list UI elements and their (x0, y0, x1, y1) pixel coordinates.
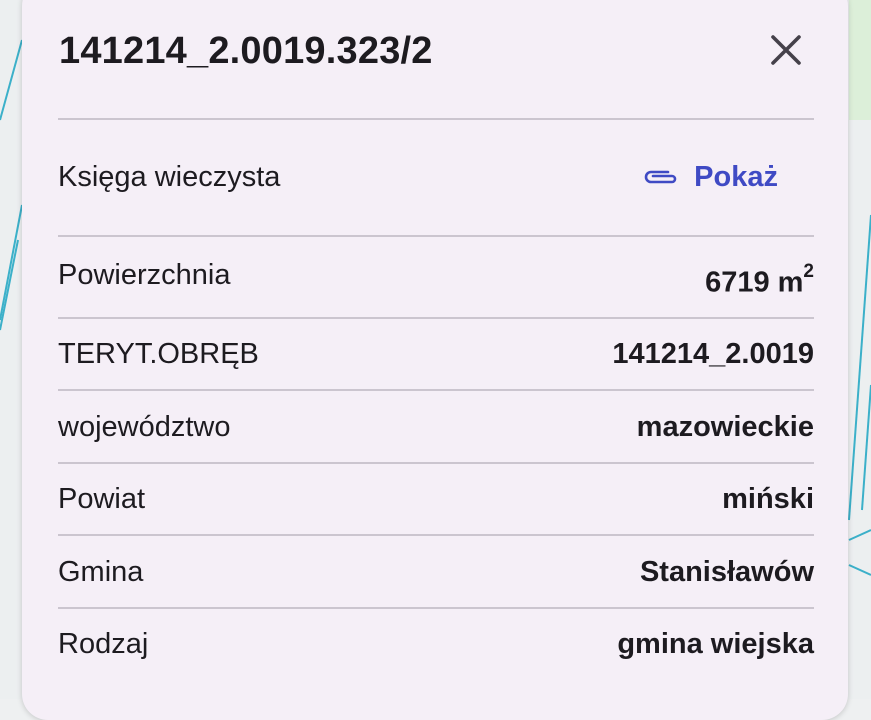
row-commune: Gmina Stanisławów (58, 536, 814, 608)
close-button[interactable] (764, 28, 808, 72)
row-value: mazowieckie (636, 410, 814, 443)
row-label: Powiat (58, 482, 146, 515)
row-value: Stanisławów (639, 555, 814, 588)
row-label: Powierzchnia (58, 258, 231, 291)
area-unit-exponent: 2 (803, 260, 814, 282)
divider (58, 118, 814, 120)
row-label: TERYT.OBRĘB (58, 337, 259, 370)
row-label: Księga wieczysta (58, 160, 281, 193)
parcel-info-panel: 141214_2.0019.323/2 Księga wieczysta Pok… (22, 0, 848, 720)
show-land-register-link[interactable]: Pokaż (642, 161, 778, 194)
row-voivodeship: województwo mazowieckie (58, 391, 814, 463)
paperclip-icon (644, 170, 677, 184)
close-icon (771, 35, 801, 65)
row-area: Powierzchnia 6719 m2 (58, 240, 814, 318)
row-value: miński (722, 482, 814, 515)
divider (58, 235, 814, 237)
panel-title: 141214_2.0019.323/2 (59, 30, 433, 72)
row-value: 6719 m2 (705, 261, 814, 300)
row-county: Powiat miński (58, 463, 814, 535)
row-value: gmina wiejska (617, 627, 814, 660)
row-type: Rodzaj gmina wiejska (58, 608, 814, 680)
show-link-label: Pokaż (694, 160, 778, 193)
row-label: Rodzaj (58, 627, 149, 660)
row-teryt: TERYT.OBRĘB 141214_2.0019 (58, 318, 814, 390)
row-label: Gmina (58, 555, 144, 588)
row-land-register: Księga wieczysta Pokaż (58, 141, 814, 213)
row-label: województwo (58, 410, 231, 443)
row-value: 141214_2.0019 (612, 337, 814, 370)
area-value: 6719 m (705, 266, 804, 299)
